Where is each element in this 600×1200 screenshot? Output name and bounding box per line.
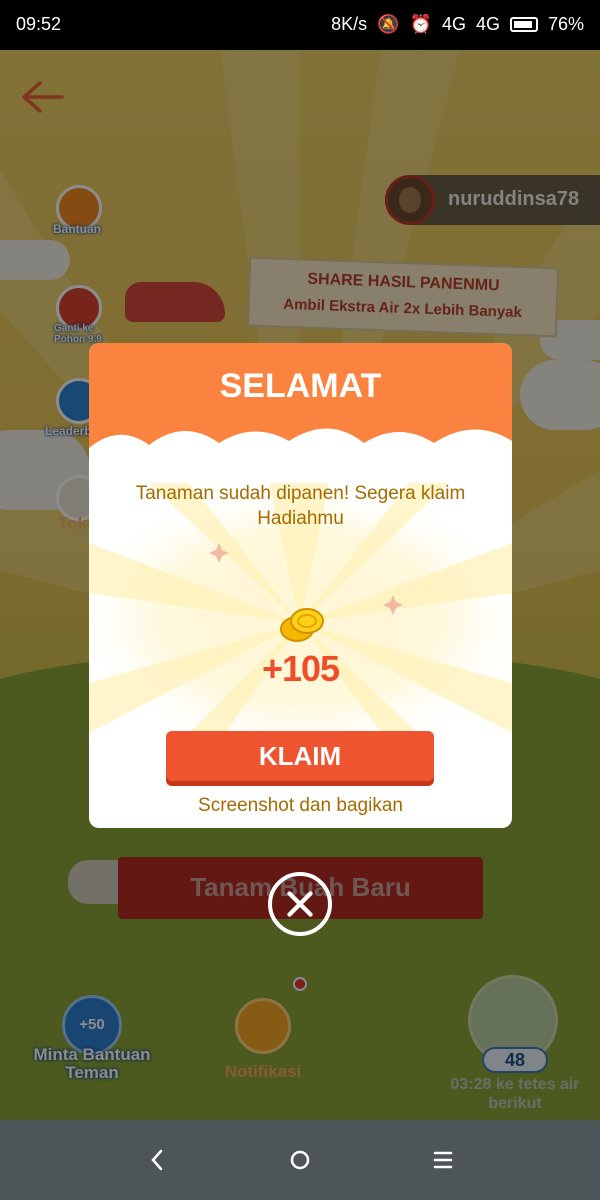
reward-dialog: SELAMAT Tanaman sudah dipanen! Segera kl… <box>89 343 512 828</box>
claim-button[interactable]: KLAIM <box>166 731 434 781</box>
nav-home-icon[interactable] <box>280 1145 320 1175</box>
close-icon[interactable] <box>268 872 332 936</box>
share-screenshot-link[interactable]: Screenshot dan bagikan <box>89 795 512 817</box>
dialog-message: Tanaman sudah dipanen! Segera klaim Hadi… <box>135 483 466 529</box>
nav-menu-icon[interactable] <box>423 1145 463 1175</box>
status-time: 09:52 <box>16 14 62 34</box>
network-type-2: 4G <box>475 14 500 34</box>
reward-amount: +105 <box>261 648 340 689</box>
status-icons: 8K/s 🔕 ⏰ 4G 4G 76% <box>331 14 584 35</box>
network-speed: 8K/s <box>331 14 368 34</box>
coins-icon <box>280 608 324 642</box>
cloud-scallop <box>89 428 512 473</box>
battery-icon <box>509 17 538 32</box>
mute-icon: 🔕 <box>377 14 400 34</box>
network-type-1: 4G <box>441 14 466 34</box>
status-bar: 09:52 8K/s 🔕 ⏰ 4G 4G 76% <box>0 0 600 50</box>
alarm-icon: ⏰ <box>409 14 432 34</box>
navigation-bar <box>0 1120 600 1200</box>
nav-back-icon[interactable] <box>137 1145 177 1175</box>
battery-level: 76% <box>547 14 584 34</box>
dialog-title: SELAMAT <box>219 367 382 405</box>
